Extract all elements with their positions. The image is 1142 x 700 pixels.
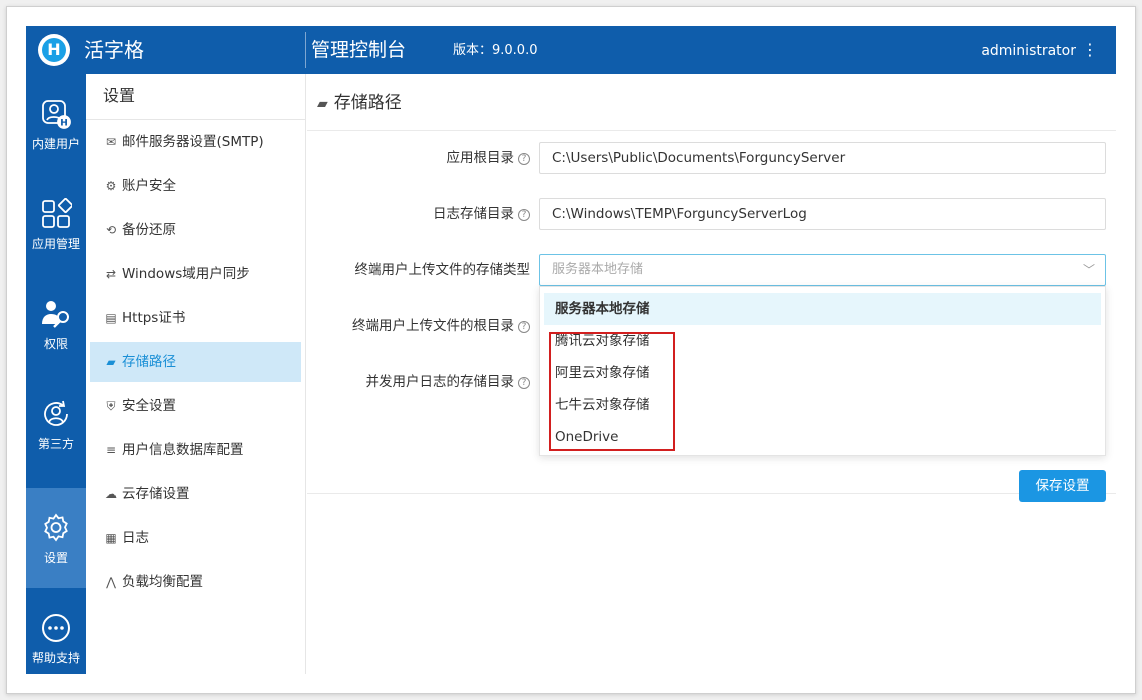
menu-item-label: 存储路径	[122, 354, 176, 370]
concurrent-log-label: 并发用户日志的存储目录?	[365, 372, 530, 392]
nav-item-builtin-users[interactable]: H 内建用户	[26, 74, 86, 174]
menu-item-label: 日志	[122, 530, 149, 546]
dropdown-option-local[interactable]: 服务器本地存储	[544, 293, 1101, 325]
log-dir-label: 日志存储目录?	[433, 204, 530, 224]
upload-root-label: 终端用户上传文件的根目录?	[352, 316, 530, 336]
app-root-input[interactable]: C:\Users\Public\Documents\ForguncyServer	[539, 142, 1106, 174]
nav-item-permissions[interactable]: 权限	[26, 274, 86, 374]
folder-icon: ▰	[106, 355, 116, 369]
menu-item-windows-domain-sync[interactable]: ⇄ Windows域用户同步	[90, 254, 301, 294]
svg-text:H: H	[60, 119, 68, 129]
topbar-divider	[305, 32, 306, 68]
menu-item-label: 备份还原	[122, 222, 176, 238]
menu-item-label: 账户安全	[122, 178, 176, 194]
certificate-icon: ▤	[105, 311, 117, 325]
nav-label: 应用管理	[31, 237, 80, 251]
top-bar: H 活字格 管理控制台 版本：9.0.0.0 administrator ⋮	[26, 26, 1116, 74]
menu-item-backup-restore[interactable]: ⟲ 备份还原	[90, 210, 301, 250]
menu-item-label: 云存储设置	[122, 486, 190, 502]
menu-item-storage-path[interactable]: ▰ 存储路径	[90, 342, 301, 382]
more-vertical-icon[interactable]: ⋮	[1082, 40, 1098, 60]
menu-item-account-security[interactable]: ⚙ 账户安全	[90, 166, 301, 206]
upload-type-label: 终端用户上传文件的存储类型	[355, 260, 531, 280]
nav-label: 设置	[43, 551, 68, 565]
upload-type-label-text: 终端用户上传文件的存储类型	[354, 262, 531, 278]
menu-title: 设置	[103, 86, 136, 105]
app-root-label-text: 应用根目录	[446, 150, 515, 166]
mail-icon: ✉	[105, 135, 117, 149]
help-icon[interactable]: ?	[518, 153, 530, 165]
nav-item-help[interactable]: 帮助支持	[26, 588, 86, 674]
folder-open-icon: ▰	[317, 96, 328, 112]
app-grid-icon	[42, 198, 72, 228]
permission-user-key-icon	[42, 301, 69, 328]
nav-item-settings[interactable]: 设置	[26, 488, 86, 588]
help-icon[interactable]: ?	[518, 321, 530, 333]
save-settings-button[interactable]: 保存设置	[1019, 470, 1106, 502]
sync-users-icon: ⇄	[105, 267, 117, 281]
logo: H	[38, 34, 70, 66]
menu-item-label: 负载均衡配置	[122, 574, 203, 590]
menu-item-cloud-storage[interactable]: ☁ 云存储设置	[90, 474, 301, 514]
upload-root-label-text: 终端用户上传文件的根目录	[352, 318, 514, 334]
menu-item-smtp[interactable]: ✉ 邮件服务器设置(SMTP)	[90, 122, 301, 162]
menu-item-https-cert[interactable]: ▤ Https证书	[90, 298, 301, 338]
menu-item-user-db-config[interactable]: ≡ 用户信息数据库配置	[90, 430, 301, 470]
backup-icon: ⟲	[105, 223, 117, 237]
nav-item-third-party[interactable]: 第三方	[26, 374, 86, 474]
annotation-highlight-box	[549, 332, 675, 451]
log-icon: ▦	[105, 531, 117, 545]
help-icon[interactable]: ?	[518, 209, 530, 221]
nav-label: 内建用户	[31, 137, 80, 151]
menu-item-label: 安全设置	[122, 398, 176, 414]
settings-menu: 设置 ✉ 邮件服务器设置(SMTP) ⚙ 账户安全 ⟲ 备份还原 ⇄ Windows域用…	[86, 74, 306, 674]
log-dir-label-text: 日志存储目录	[433, 206, 514, 222]
menu-item-security-settings[interactable]: ⛨ 安全设置	[90, 386, 301, 426]
app-root-label: 应用根目录?	[446, 148, 530, 168]
menu-item-label: 用户信息数据库配置	[122, 442, 244, 458]
menu-item-load-balancing[interactable]: ⋀ 负载均衡配置	[90, 562, 301, 602]
page-title-text: 存储路径	[333, 93, 402, 113]
shield-icon: ⛨	[106, 399, 116, 413]
logo-letter: H	[42, 38, 66, 62]
chevron-down-icon: ﹀	[1082, 263, 1095, 277]
menu-item-label: Windows域用户同步	[122, 266, 250, 282]
help-icon[interactable]: ?	[518, 377, 530, 389]
nav-item-app-management[interactable]: 应用管理	[26, 174, 86, 274]
nav-label: 第三方	[37, 437, 74, 451]
admin-console: H 活字格 管理控制台 版本：9.0.0.0 administrator ⋮ H…	[26, 26, 1116, 674]
concurrent-log-label-text: 并发用户日志的存储目录	[365, 374, 515, 390]
upload-type-select[interactable]: 服务器本地存储 ﹀	[539, 254, 1106, 286]
third-party-user-icon	[44, 400, 68, 426]
database-icon: ≡	[105, 443, 117, 457]
user-gear-icon: ⚙	[105, 179, 117, 193]
left-nav: H 内建用户 应用管理 权限 第三方 设置 帮助支持	[26, 74, 86, 674]
menu-divider	[86, 119, 305, 120]
form-divider	[307, 493, 1116, 494]
nav-label: 帮助支持	[31, 651, 80, 665]
gear-icon	[44, 513, 68, 542]
network-nodes-icon: ⋀	[106, 575, 116, 589]
title-divider	[307, 130, 1116, 131]
page-title: ▰ 存储路径	[317, 92, 402, 115]
menu-item-label: Https证书	[122, 310, 186, 326]
nav-label: 权限	[43, 337, 68, 351]
builtin-user-icon: H	[42, 100, 71, 129]
version-label: 版本：9.0.0.0	[453, 43, 538, 58]
log-dir-input[interactable]: C:\Windows\TEMP\ForguncyServerLog	[539, 198, 1106, 230]
console-title: 管理控制台	[311, 39, 407, 61]
menu-item-logs[interactable]: ▦ 日志	[90, 518, 301, 558]
cloud-icon: ☁	[105, 487, 117, 501]
select-placeholder: 服务器本地存储	[552, 262, 644, 277]
more-circle-icon	[42, 614, 70, 642]
brand-name: 活字格	[84, 38, 144, 62]
menu-item-label: 邮件服务器设置(SMTP)	[122, 134, 264, 150]
user-menu[interactable]: administrator	[981, 41, 1076, 61]
